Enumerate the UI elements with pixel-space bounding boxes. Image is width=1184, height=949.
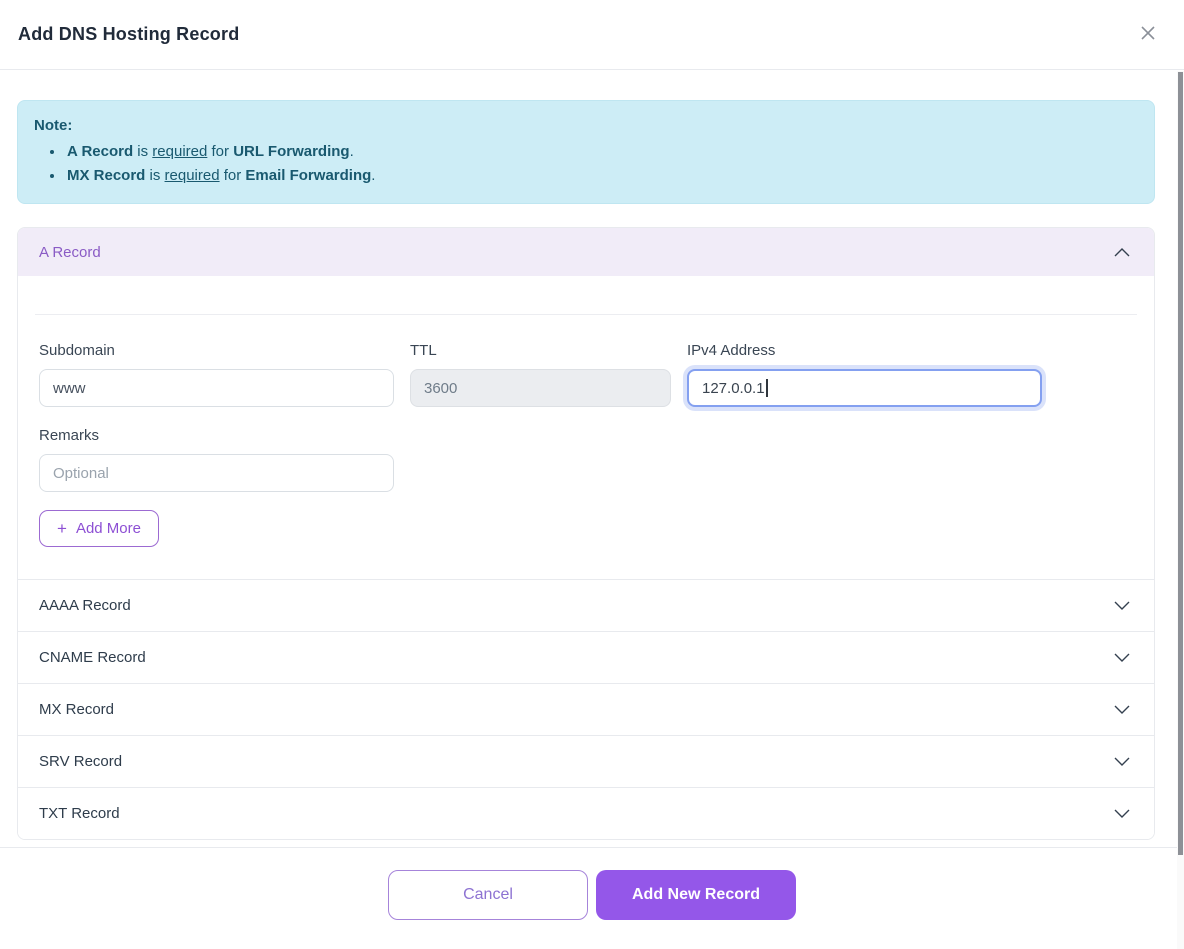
add-new-record-button[interactable]: Add New Record (596, 870, 796, 920)
note-item-mx-record: MX Record is required for Email Forwardi… (65, 164, 1138, 188)
note-text: . (371, 167, 375, 184)
accordion-label: AAAA Record (39, 597, 131, 614)
chevron-down-icon (1114, 601, 1130, 610)
modal-footer: Cancel Add New Record (0, 847, 1184, 920)
scrollbar-thumb[interactable] (1178, 72, 1183, 855)
note-text: for (207, 143, 233, 160)
add-more-label: Add More (76, 520, 141, 537)
note-text: for (220, 167, 246, 184)
remarks-field: Remarks (39, 427, 394, 492)
close-button[interactable] (1134, 21, 1162, 49)
a-record-panel: Subdomain TTL IPv4 Address Remarks (18, 314, 1154, 579)
accordion-header-a-record[interactable]: A Record (18, 228, 1154, 276)
accordion-header-aaaa-record[interactable]: AAAA Record (18, 579, 1154, 631)
ipv4-field: IPv4 Address (687, 342, 1042, 407)
note-feature-name: Email Forwarding (245, 167, 371, 184)
modal-title: Add DNS Hosting Record (18, 24, 239, 45)
subdomain-label: Subdomain (39, 342, 394, 359)
accordion-label: TXT Record (39, 805, 120, 822)
subdomain-input[interactable] (39, 369, 394, 407)
close-icon (1138, 23, 1158, 46)
ttl-input (410, 369, 671, 407)
accordion-label: CNAME Record (39, 649, 146, 666)
note-text: . (350, 143, 354, 160)
accordion-header-cname-record[interactable]: CNAME Record (18, 631, 1154, 683)
note-list: A Record is required for URL Forwarding.… (34, 140, 1138, 188)
ipv4-label: IPv4 Address (687, 342, 1042, 359)
note-text: is (145, 167, 164, 184)
note-record-name: MX Record (67, 167, 145, 184)
ipv4-input-wrap (687, 369, 1042, 407)
text-caret (766, 379, 768, 397)
accordion-label: SRV Record (39, 753, 122, 770)
accordion-header-srv-record[interactable]: SRV Record (18, 735, 1154, 787)
accordion-header-mx-record[interactable]: MX Record (18, 683, 1154, 735)
note-required-text: required (152, 143, 207, 160)
record-accordion: A Record Subdomain TTL IPv4 Address (17, 227, 1155, 840)
note-text: is (133, 143, 152, 160)
plus-icon: + (57, 520, 67, 537)
accordion-label: MX Record (39, 701, 114, 718)
accordion-header-txt-record[interactable]: TXT Record (18, 787, 1154, 839)
modal-header: Add DNS Hosting Record (0, 0, 1184, 70)
chevron-down-icon (1114, 809, 1130, 818)
accordion-label: A Record (39, 244, 101, 261)
note-item-a-record: A Record is required for URL Forwarding. (65, 140, 1138, 164)
add-more-button[interactable]: + Add More (39, 510, 159, 547)
modal-body: Note: A Record is required for URL Forwa… (0, 100, 1184, 840)
note-heading: Note: (34, 114, 1138, 138)
ipv4-input[interactable] (687, 369, 1042, 407)
note-record-name: A Record (67, 143, 133, 160)
chevron-down-icon (1114, 705, 1130, 714)
a-record-fields-row: Subdomain TTL IPv4 Address (39, 342, 1133, 407)
scrollbar-track[interactable] (1177, 71, 1184, 949)
remarks-label: Remarks (39, 427, 394, 444)
ttl-field: TTL (410, 342, 671, 407)
panel-divider (35, 314, 1137, 315)
cancel-button[interactable]: Cancel (388, 870, 588, 920)
chevron-down-icon (1114, 653, 1130, 662)
chevron-up-icon (1114, 248, 1130, 257)
note-required-text: required (165, 167, 220, 184)
note-box: Note: A Record is required for URL Forwa… (17, 100, 1155, 204)
chevron-down-icon (1114, 757, 1130, 766)
remarks-input[interactable] (39, 454, 394, 492)
ttl-label: TTL (410, 342, 671, 359)
subdomain-field: Subdomain (39, 342, 394, 407)
note-feature-name: URL Forwarding (233, 143, 349, 160)
